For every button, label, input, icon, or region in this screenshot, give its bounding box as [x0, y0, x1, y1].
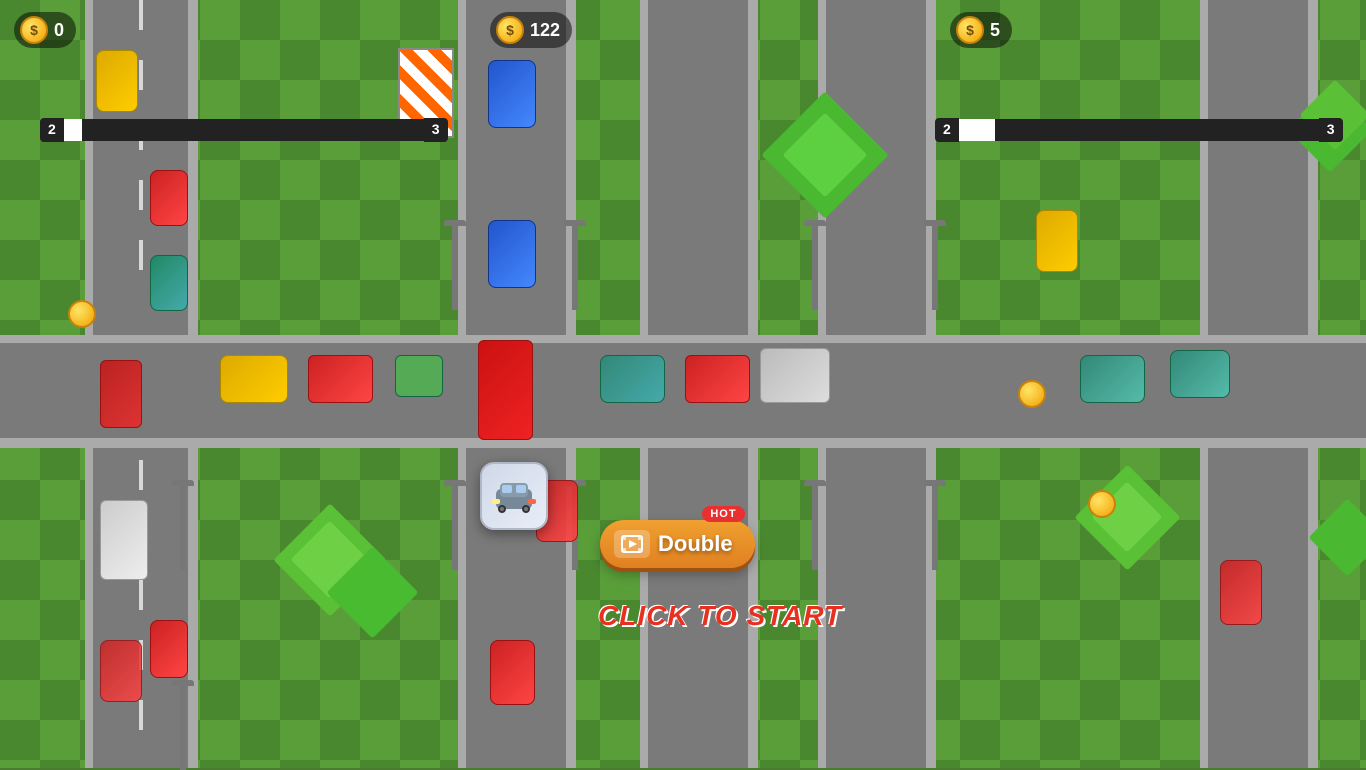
stripe-l10 — [139, 700, 143, 730]
light-2 — [572, 220, 578, 310]
coin-count-right: 5 — [990, 20, 1000, 41]
light-10 — [180, 680, 186, 770]
coin-display-right: $ 5 — [950, 12, 1012, 48]
film-icon — [621, 535, 643, 553]
light-5 — [812, 220, 818, 310]
car-5 — [100, 500, 148, 580]
car-3 — [150, 255, 188, 311]
tree-4 — [340, 560, 405, 625]
progress-end-left: 3 — [432, 121, 440, 137]
light-9 — [180, 480, 186, 570]
light-6 — [932, 220, 938, 310]
road-h1-main — [0, 343, 1366, 438]
ground-coin-3 — [1088, 490, 1116, 518]
car-fr1 — [1220, 560, 1262, 625]
car-int1 — [600, 355, 665, 403]
car-taxi — [220, 355, 288, 403]
ground-coin-2 — [1018, 380, 1046, 408]
hot-badge: HOT — [702, 506, 744, 522]
progress-bar-right — [959, 119, 1319, 141]
stripe-l6 — [139, 460, 143, 490]
stripe-l5 — [139, 240, 143, 270]
progress-fill-left — [64, 119, 82, 141]
double-btn-label: Double — [658, 531, 733, 557]
car-truck1 — [308, 355, 373, 403]
light-1 — [452, 220, 458, 310]
car-fr2 — [1170, 350, 1230, 398]
stripe-l4 — [139, 180, 143, 210]
coin-icon-right: $ — [956, 16, 984, 44]
game-background: $ 0 $ 122 $ 5 2 3 2 3 — [0, 0, 1366, 768]
click-to-start[interactable]: CLICK TO START — [598, 600, 842, 632]
car-2 — [150, 170, 188, 226]
stripe-l2 — [139, 60, 143, 90]
car-int2 — [685, 355, 750, 403]
light-3 — [452, 480, 458, 570]
car-6 — [150, 620, 188, 678]
road-h1-sw — [0, 438, 1366, 448]
car-firetruck — [478, 340, 533, 440]
progress-fill-right — [959, 119, 995, 141]
player-car-icon[interactable] — [480, 462, 548, 530]
light-8 — [932, 480, 938, 570]
double-btn-icon — [614, 530, 650, 558]
car-r1 — [1036, 210, 1078, 272]
car-4 — [100, 360, 142, 428]
stripe-l8 — [139, 580, 143, 610]
car-center1 — [488, 60, 536, 128]
light-7 — [812, 480, 818, 570]
progress-bar-left — [64, 119, 424, 141]
double-button[interactable]: HOT Double — [600, 520, 755, 568]
car-1 — [96, 50, 138, 112]
tree-1 — [780, 110, 870, 200]
car-bc1 — [490, 640, 535, 705]
coin-display-center: $ 122 — [490, 12, 572, 48]
tree-6 — [1320, 510, 1366, 565]
car-sm1 — [395, 355, 443, 397]
progress-start-left: 2 — [48, 121, 56, 137]
car-int3 — [760, 348, 830, 403]
ground-coin-1 — [68, 300, 96, 328]
car-svg — [492, 479, 536, 513]
stripe-l1 — [139, 0, 143, 30]
coin-count-left: 0 — [54, 20, 64, 41]
coin-count-center: 122 — [530, 20, 560, 41]
car-r2 — [1080, 355, 1145, 403]
car-7 — [100, 640, 142, 702]
coin-icon-center: $ — [496, 16, 524, 44]
coin-icon-left: $ — [20, 16, 48, 44]
car-center2 — [488, 220, 536, 288]
road-h1 — [0, 335, 1366, 343]
progress-start-right: 2 — [943, 121, 951, 137]
progress-end-right: 3 — [1327, 121, 1335, 137]
coin-display-left: $ 0 — [14, 12, 76, 48]
